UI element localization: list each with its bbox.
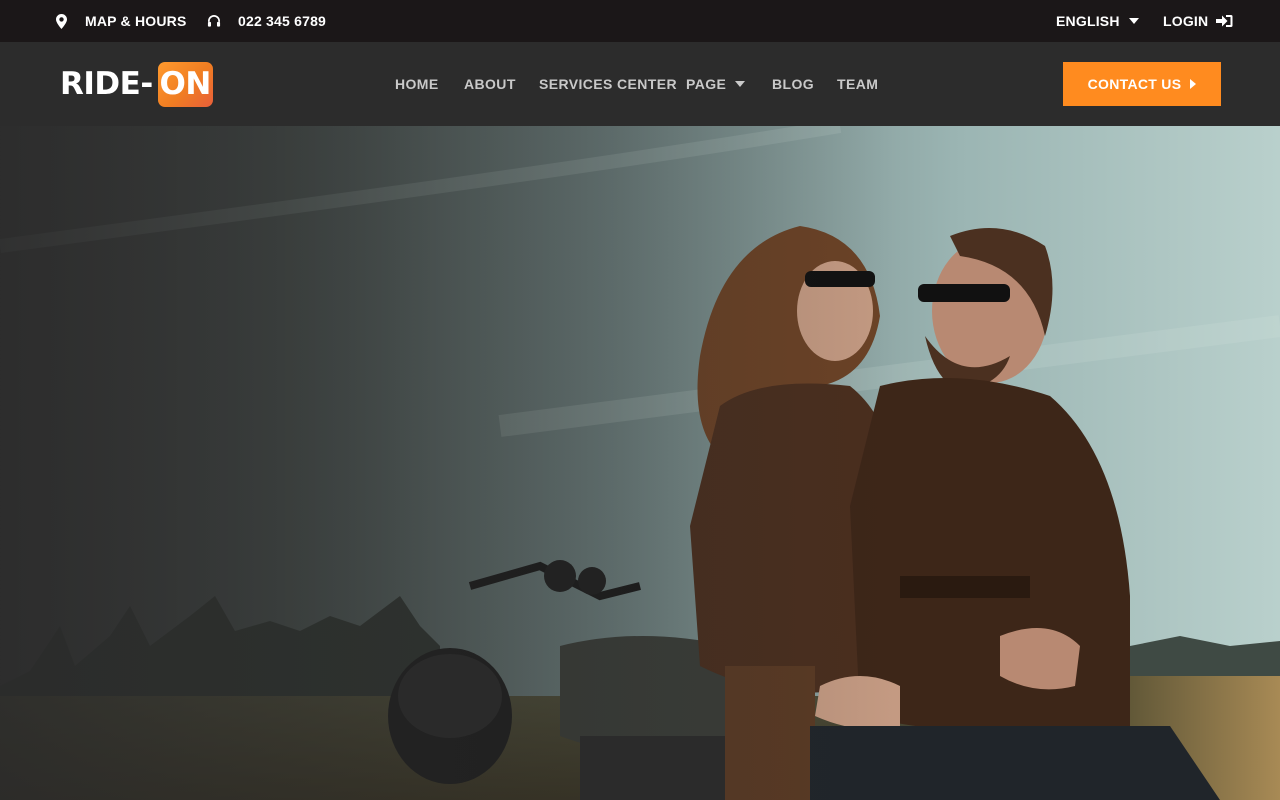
- nav-about[interactable]: ABOUT: [464, 42, 516, 126]
- headphones-icon: [207, 13, 221, 29]
- phone-link[interactable]: 022 345 6789: [207, 0, 326, 42]
- map-pin-icon: [54, 13, 68, 29]
- sign-in-icon: [1216, 14, 1233, 28]
- hero-image: [0, 126, 1280, 800]
- nav-team[interactable]: TEAM: [837, 42, 878, 126]
- nav-home[interactable]: HOME: [395, 42, 439, 126]
- nav-page-label: PAGE: [686, 76, 727, 92]
- login-label: LOGIN: [1163, 13, 1209, 29]
- hero-illustration: [0, 126, 1280, 800]
- caret-right-icon: [1190, 79, 1197, 89]
- login-link[interactable]: LOGIN: [1163, 0, 1233, 42]
- phone-number: 022 345 6789: [238, 13, 327, 29]
- language-selector[interactable]: ENGLISH: [1056, 0, 1139, 42]
- map-hours-label: MAP & HOURS: [85, 13, 187, 29]
- map-hours-link[interactable]: MAP & HOURS: [54, 0, 187, 42]
- chevron-down-icon: [735, 81, 746, 87]
- main-header: RIDE- ON HOME ABOUT SERVICES CENTER PAGE…: [0, 42, 1280, 126]
- contact-us-button[interactable]: CONTACT US: [1063, 62, 1221, 106]
- contact-us-label: CONTACT US: [1087, 76, 1182, 92]
- top-bar: MAP & HOURS 022 345 6789 ENGLISH LOGIN: [0, 0, 1280, 42]
- nav-page-dropdown[interactable]: PAGE: [686, 42, 746, 126]
- nav-services-center[interactable]: SERVICES CENTER: [539, 42, 677, 126]
- nav-blog[interactable]: BLOG: [772, 42, 814, 126]
- chevron-down-icon: [1128, 18, 1139, 24]
- language-label: ENGLISH: [1056, 13, 1120, 29]
